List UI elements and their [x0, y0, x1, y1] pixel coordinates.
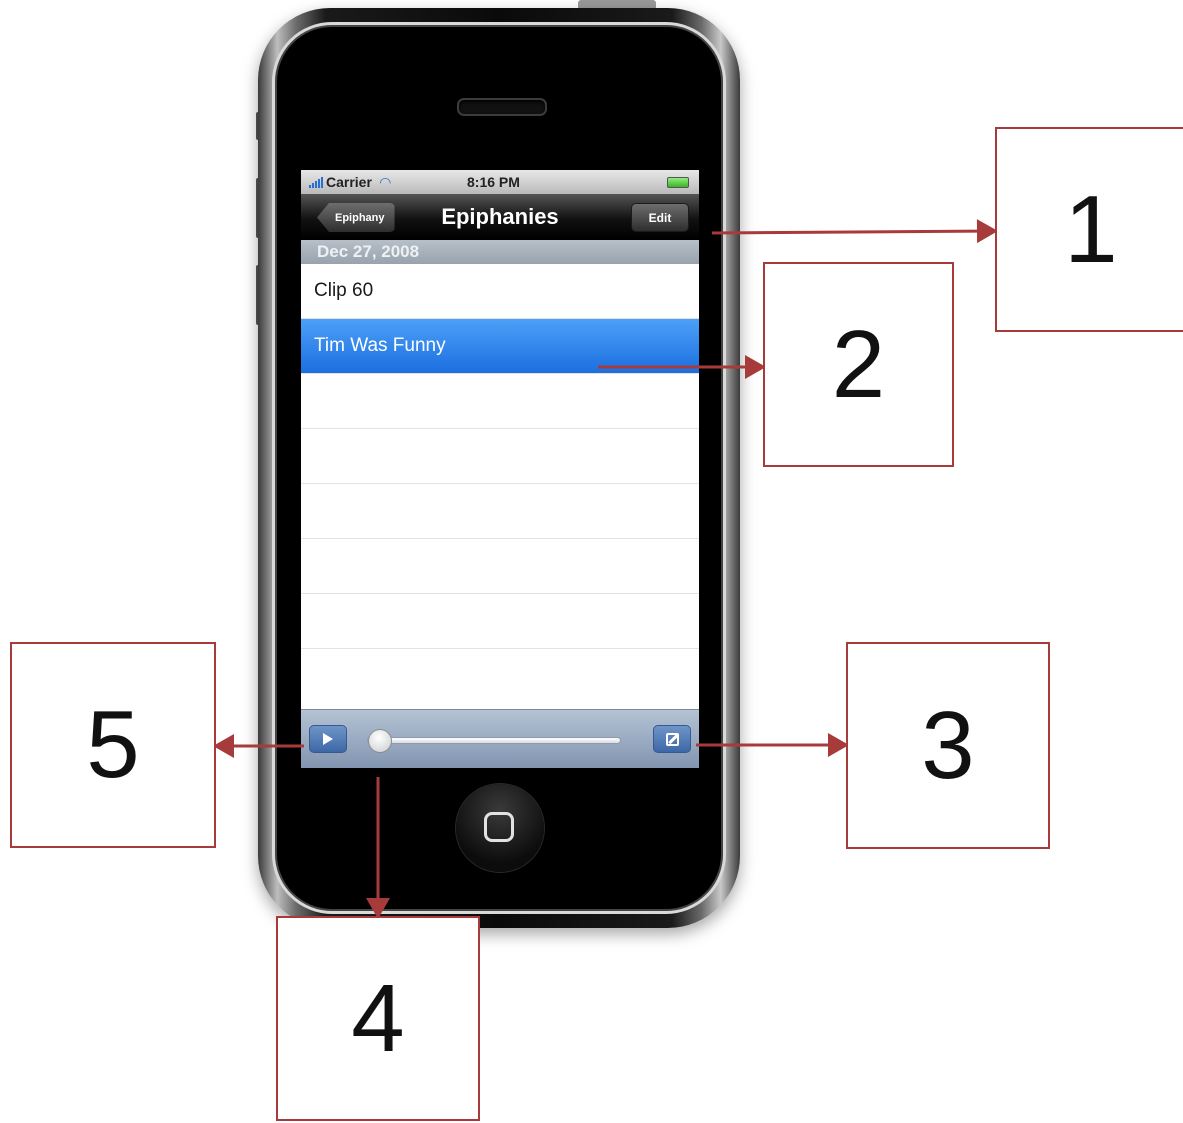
callout-4: 4	[276, 916, 480, 1121]
callout-2: 2	[763, 262, 954, 467]
callout-1: 1	[995, 127, 1183, 332]
callout-3: 3	[846, 642, 1050, 849]
arrow-1	[711, 219, 998, 244]
callout-5: 5	[10, 642, 216, 848]
